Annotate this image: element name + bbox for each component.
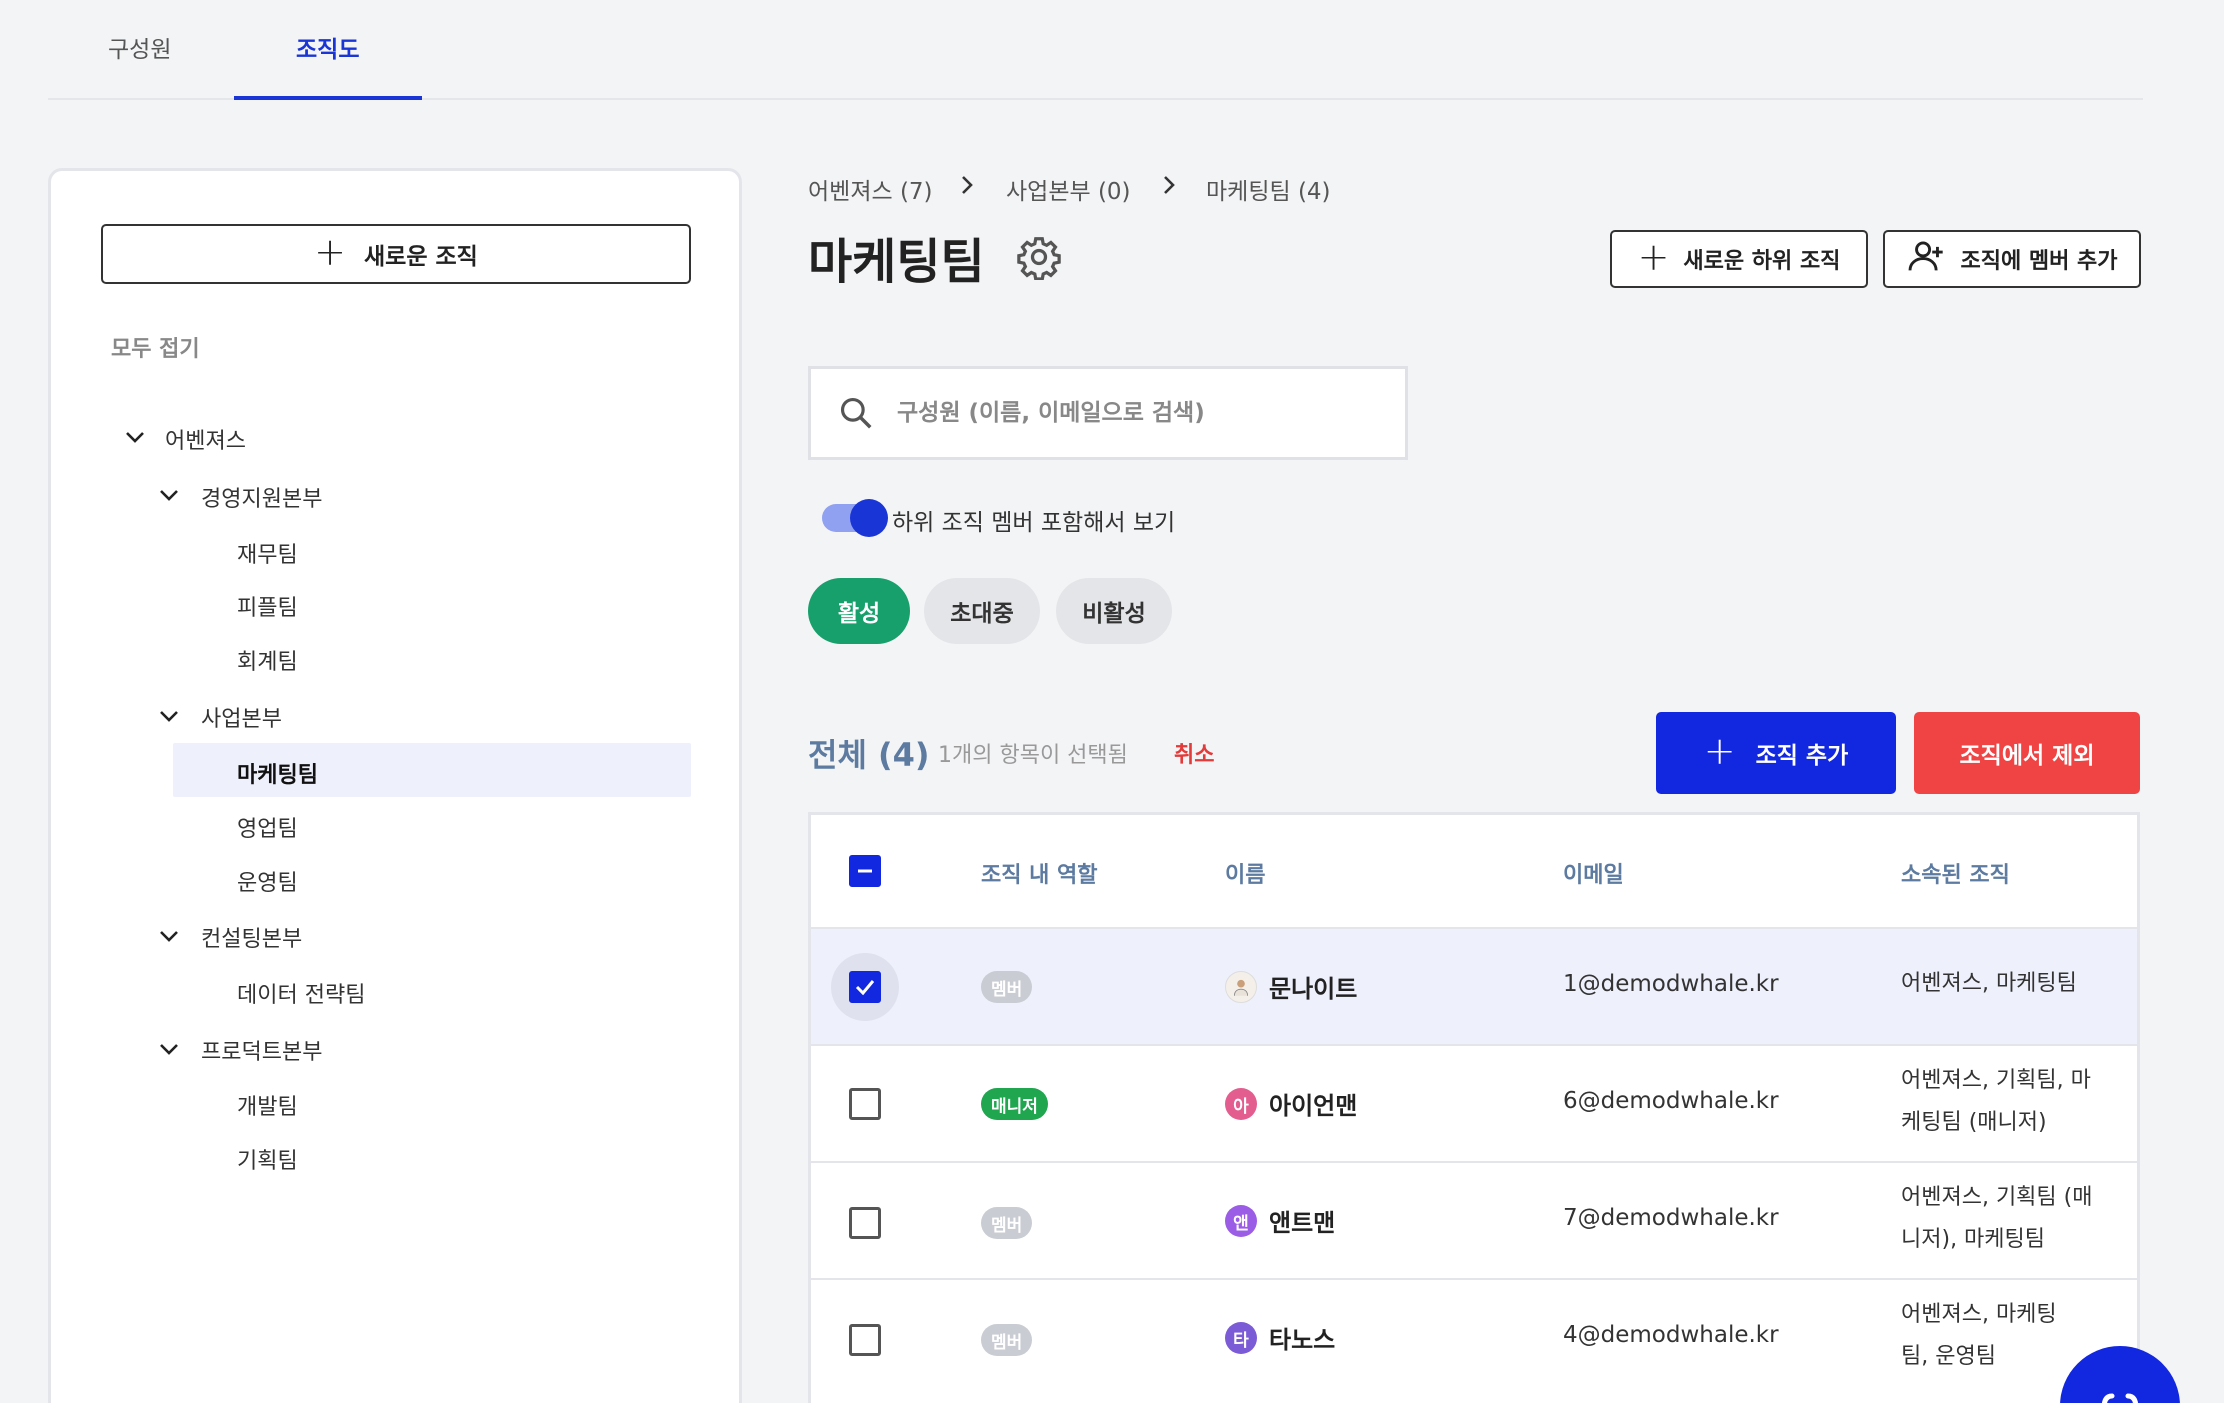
- add-member-button[interactable]: 조직에 멤버 추가: [1883, 230, 2141, 288]
- tree-item-product[interactable]: 프로덕트본부: [201, 1034, 322, 1066]
- breadcrumb-item[interactable]: 사업본부 (0): [1006, 172, 1131, 206]
- select-all-checkbox[interactable]: [849, 855, 881, 887]
- selected-info: 1개의 항목이 선택됨: [938, 743, 1128, 768]
- tree-item-sales[interactable]: 영업팀: [237, 811, 298, 843]
- filter-active[interactable]: 활성: [808, 578, 910, 644]
- tree-item-development[interactable]: 개발팀: [237, 1089, 298, 1121]
- member-email: 4@demodwhale.kr: [1563, 1322, 1779, 1348]
- new-org-button[interactable]: + 새로운 조직: [101, 224, 691, 284]
- role-badge: 멤버: [981, 971, 1033, 1003]
- page-title: 마케팅팀: [808, 234, 985, 290]
- tree-item-marketing[interactable]: 마케팅팀: [237, 757, 318, 789]
- avatar: [1225, 971, 1257, 1003]
- row-checkbox[interactable]: [849, 1324, 881, 1356]
- column-header-orgs[interactable]: 소속된 조직: [1901, 857, 2010, 889]
- active-tab-indicator: [234, 96, 422, 100]
- avatar: 아: [1225, 1088, 1257, 1120]
- member-orgs: 어벤져스, 마케팅팀: [1901, 971, 2077, 996]
- member-email: 7@demodwhale.kr: [1563, 1205, 1779, 1231]
- avatar: 앤: [1225, 1205, 1257, 1237]
- tree-item-business[interactable]: 사업본부: [201, 701, 282, 733]
- table-row[interactable]: 매니저 아 아이언맨 6@demodwhale.kr 어벤져스, 기획팀, 마케…: [811, 1046, 2137, 1163]
- tree-item-data-strategy[interactable]: 데이터 전략팀: [237, 977, 365, 1009]
- member-orgs: 어벤져스, 마케팅팀, 운영팀: [1901, 1302, 2057, 1369]
- search-input[interactable]: [897, 400, 1357, 426]
- tree-item-finance[interactable]: 재무팀: [237, 537, 298, 569]
- tree-item-people[interactable]: 피플팀: [237, 590, 298, 622]
- tree-item-accounting[interactable]: 회계팀: [237, 644, 298, 676]
- table-row[interactable]: 멤버 앤 앤트맨 7@demodwhale.kr 어벤져스, 기획팀 (매니저)…: [811, 1163, 2137, 1280]
- add-org-button[interactable]: + 조직 추가: [1656, 712, 1896, 794]
- chevron-down-icon[interactable]: [157, 924, 181, 948]
- total-count: 전체 (4): [808, 736, 930, 774]
- row-checkbox[interactable]: [849, 971, 881, 1003]
- filter-invited[interactable]: 초대중: [924, 578, 1040, 644]
- tree-item-operations[interactable]: 운영팀: [237, 865, 298, 897]
- include-sub-org-toggle[interactable]: [822, 499, 888, 537]
- add-org-label: 조직 추가: [1755, 743, 1849, 769]
- top-tabs: 구성원 조직도: [48, 0, 2143, 100]
- tree-item-planning[interactable]: 기획팀: [237, 1143, 298, 1175]
- plus-icon: +: [1703, 729, 1736, 773]
- add-user-icon: [1907, 239, 1947, 279]
- chevron-right-icon: [1158, 174, 1180, 196]
- chevron-down-icon[interactable]: [123, 425, 147, 449]
- new-org-label: 새로운 조직: [364, 244, 478, 270]
- filter-inactive[interactable]: 비활성: [1056, 578, 1172, 644]
- role-badge: 멤버: [981, 1207, 1033, 1239]
- member-email: 6@demodwhale.kr: [1563, 1088, 1779, 1114]
- tree-item-management-support[interactable]: 경영지원본부: [201, 481, 322, 513]
- member-name: 아이언맨: [1269, 1092, 1358, 1120]
- org-tree-panel: + 새로운 조직 모두 접기 어벤져스 경영지원본부 재무팀 피플팀 회계팀 사…: [48, 168, 742, 1403]
- table-header: 조직 내 역할 이름 이메일 소속된 조직: [811, 815, 2137, 929]
- avatar: 타: [1225, 1322, 1257, 1354]
- members-table: 조직 내 역할 이름 이메일 소속된 조직 멤버 문나이트 1@demodwha…: [808, 812, 2140, 1403]
- new-sub-org-button[interactable]: + 새로운 하위 조직: [1610, 230, 1868, 288]
- breadcrumb-item[interactable]: 어벤져스 (7): [808, 172, 933, 206]
- column-header-role[interactable]: 조직 내 역할: [981, 857, 1098, 889]
- add-member-label: 조직에 멤버 추가: [1960, 249, 2118, 274]
- member-name: 앤트맨: [1269, 1209, 1336, 1237]
- chevron-down-icon[interactable]: [157, 483, 181, 507]
- plus-icon: +: [314, 230, 347, 274]
- toggle-label: 하위 조직 멤버 포함해서 보기: [892, 510, 1176, 536]
- chevron-right-icon: [956, 174, 978, 196]
- collapse-all-button[interactable]: 모두 접기: [111, 331, 200, 363]
- member-search: [808, 366, 1408, 460]
- member-name: 타노스: [1269, 1326, 1336, 1354]
- table-row[interactable]: 멤버 문나이트 1@demodwhale.kr 어벤져스, 마케팅팀: [811, 929, 2137, 1046]
- chevron-down-icon[interactable]: [157, 1037, 181, 1061]
- cancel-selection-button[interactable]: 취소: [1174, 737, 1214, 769]
- tab-org-chart[interactable]: 조직도: [296, 30, 359, 64]
- tab-members[interactable]: 구성원: [108, 30, 171, 64]
- row-checkbox[interactable]: [849, 1207, 881, 1239]
- role-badge: 매니저: [981, 1088, 1048, 1120]
- chevron-down-icon[interactable]: [157, 704, 181, 728]
- tree-item-consulting[interactable]: 컨설팅본부: [201, 921, 302, 953]
- toggle-knob: [850, 499, 888, 537]
- chat-bot-icon: [2101, 1393, 2139, 1403]
- member-email: 1@demodwhale.kr: [1563, 971, 1779, 997]
- gear-icon[interactable]: [1016, 234, 1062, 281]
- member-orgs: 어벤져스, 기획팀, 마케팅팀 (매니저): [1901, 1068, 2091, 1135]
- plus-icon: +: [1637, 235, 1670, 279]
- column-header-email[interactable]: 이메일: [1563, 857, 1624, 889]
- new-sub-org-label: 새로운 하위 조직: [1683, 249, 1841, 274]
- role-badge: 멤버: [981, 1324, 1033, 1356]
- search-icon: [840, 397, 872, 429]
- member-name: 문나이트: [1269, 975, 1358, 1003]
- column-header-name[interactable]: 이름: [1225, 857, 1265, 889]
- breadcrumb-item[interactable]: 마케팅팀 (4): [1206, 172, 1331, 206]
- tree-item-avengers[interactable]: 어벤져스: [165, 423, 246, 455]
- member-orgs: 어벤져스, 기획팀 (매니저), 마케팅팀: [1901, 1185, 2093, 1252]
- table-row[interactable]: 멤버 타 타노스 4@demodwhale.kr 어벤져스, 마케팅팀, 운영팀: [811, 1280, 2137, 1397]
- remove-from-org-button[interactable]: 조직에서 제외: [1914, 712, 2140, 794]
- row-checkbox[interactable]: [849, 1088, 881, 1120]
